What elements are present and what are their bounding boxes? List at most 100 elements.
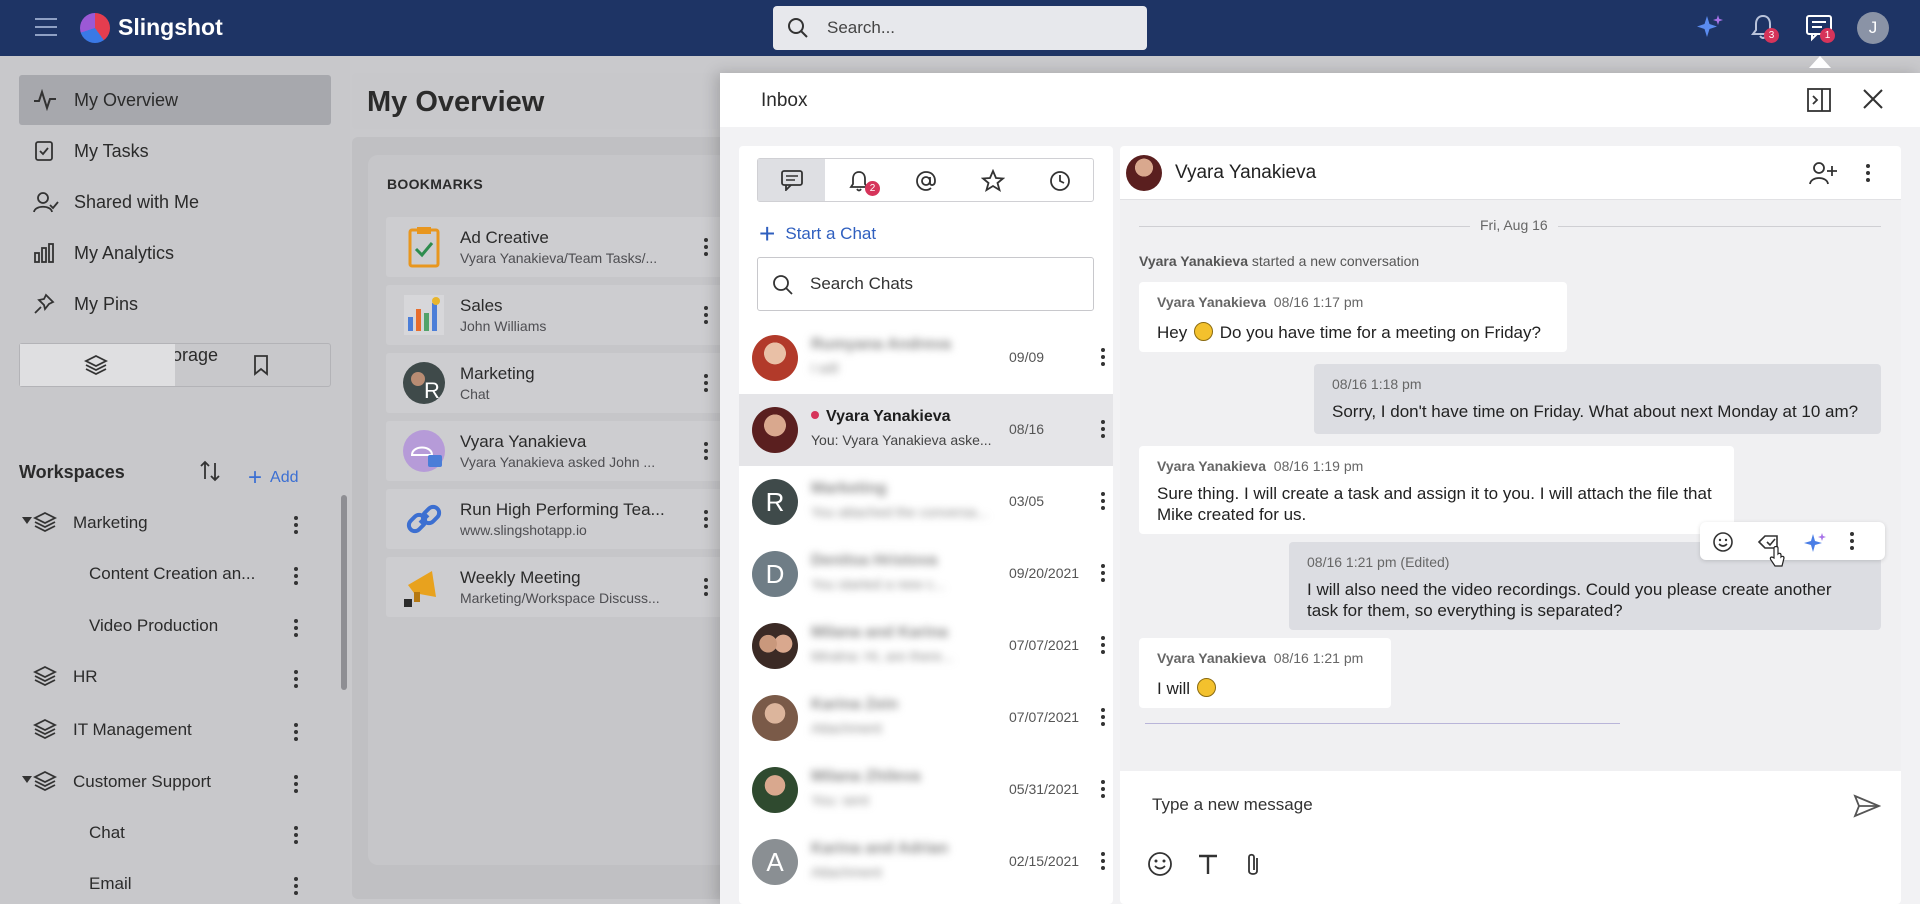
tab-notifications[interactable]: 2 (825, 159, 892, 201)
more-options-icon[interactable] (704, 306, 708, 327)
workspaces-title: Workspaces (19, 462, 125, 482)
global-search[interactable] (773, 6, 1147, 50)
chat-search[interactable] (757, 257, 1094, 311)
workspaces-view-tab[interactable] (20, 344, 175, 386)
chat-list-item[interactable]: Rumyana Andreva I will 09/09 (739, 322, 1113, 394)
bookmark-item[interactable]: Run High Performing Tea... www.slingshot… (386, 489, 726, 549)
message-bubble[interactable]: Vyara Yanakieva 08/16 1:19 pm Sure thing… (1139, 446, 1734, 534)
ai-sparkle-icon[interactable] (1694, 12, 1726, 44)
inbox-popover-caret (1809, 56, 1831, 68)
notifications-bell-icon[interactable]: 3 (1748, 12, 1779, 43)
more-options-icon[interactable] (1101, 564, 1105, 585)
chat-list-panel: 2 +Start a Chat Rumyana Andreva I will 0… (739, 146, 1113, 904)
more-options-icon[interactable] (1101, 492, 1105, 513)
react-emoji-icon[interactable] (1712, 531, 1734, 553)
workspace-marketing[interactable]: Marketing (0, 502, 320, 542)
attachment-paperclip-icon[interactable] (1241, 851, 1265, 879)
more-options-icon[interactable] (294, 723, 298, 744)
workspace-customer-support[interactable]: Customer Support (0, 761, 320, 801)
nav-my-tasks[interactable]: My Tasks (19, 126, 331, 176)
emoji-icon[interactable] (1147, 851, 1173, 877)
sort-icon[interactable] (198, 459, 222, 483)
bookmark-item[interactable]: Vyara Yanakieva Vyara Yanakieva asked Jo… (386, 421, 726, 481)
nav-my-overview[interactable]: My Overview (19, 75, 331, 125)
workspace-video-production[interactable]: Video Production (0, 605, 320, 645)
dock-panel-icon[interactable] (1807, 88, 1831, 112)
more-options-icon[interactable] (294, 567, 298, 588)
bar-chart-icon (34, 243, 54, 263)
workspace-hr[interactable]: HR (0, 656, 320, 696)
message-bubble[interactable]: Vyara Yanakieva 08/16 1:17 pm Hey Do you… (1139, 282, 1567, 352)
group-avatar-icon: R (403, 362, 445, 404)
chat-list-item[interactable]: Vyara Yanakieva You: Vyara Yanakieva ask… (739, 394, 1113, 466)
ai-sparkle-icon[interactable] (1802, 531, 1828, 555)
add-workspace-button[interactable]: + Add (248, 461, 298, 491)
chat-list-item[interactable]: A Karina and Adrian Attachment 02/15/202… (739, 826, 1113, 898)
more-options-icon[interactable] (704, 442, 708, 463)
bookmark-item[interactable]: Weekly Meeting Marketing/Workspace Discu… (386, 557, 726, 617)
message-bubble[interactable]: 08/16 1:18 pm Sorry, I don't have time o… (1314, 364, 1881, 434)
tab-chats[interactable] (758, 159, 825, 201)
conversation-title[interactable]: Vyara Yanakieva (1175, 162, 1316, 184)
bookmark-item[interactable]: R Marketing Chat (386, 353, 726, 413)
add-participant-icon[interactable] (1808, 160, 1838, 186)
pin-icon (34, 293, 55, 314)
send-icon[interactable] (1853, 793, 1881, 819)
bookmark-item[interactable]: Sales John Williams (386, 285, 726, 345)
start-chat-button[interactable]: + Start a Chat (759, 214, 876, 249)
avatar[interactable] (1126, 155, 1162, 191)
chat-search-input[interactable] (810, 272, 1080, 296)
chat-list-item[interactable]: Milana Zhileva You: sent 05/31/2021 (739, 754, 1113, 826)
global-search-input[interactable] (827, 16, 1127, 40)
workspace-content-creation[interactable]: Content Creation an... (0, 553, 320, 593)
more-options-icon[interactable] (1101, 348, 1105, 369)
chat-list-item[interactable]: R Marketing You attached the conversa...… (739, 466, 1113, 538)
more-options-icon[interactable] (294, 877, 298, 898)
more-options-icon[interactable] (1101, 636, 1105, 657)
nav-my-analytics[interactable]: My Analytics (19, 228, 331, 278)
chat-avatar-icon (403, 430, 445, 472)
bookmark-item[interactable]: Ad Creative Vyara Yanakieva/Team Tasks/.… (386, 217, 726, 277)
more-options-icon[interactable] (1101, 852, 1105, 873)
hamburger-menu-icon[interactable] (34, 16, 58, 38)
chat-list-item[interactable]: D Denitsa Hristova You started a new c..… (739, 538, 1113, 610)
more-options-icon[interactable] (704, 578, 708, 599)
workspace-email[interactable]: Email (0, 863, 320, 903)
close-icon[interactable] (1861, 87, 1885, 111)
search-icon (788, 18, 808, 38)
text-format-icon[interactable] (1195, 851, 1221, 877)
avatar (752, 623, 798, 669)
inbox-chat-icon[interactable]: 1 (1804, 12, 1835, 43)
more-options-icon[interactable] (294, 619, 298, 640)
more-options-icon[interactable] (1101, 708, 1105, 729)
layers-icon (33, 511, 57, 533)
workspace-it-management[interactable]: IT Management (0, 709, 320, 749)
more-options-icon[interactable] (294, 775, 298, 796)
message-bubble[interactable]: Vyara Yanakieva 08/16 1:21 pm I will (1139, 638, 1391, 708)
chat-list-item[interactable]: Milana and Karina Miralna: Hi, are there… (739, 610, 1113, 682)
more-options-icon[interactable] (1866, 164, 1870, 185)
sidebar-scrollbar[interactable] (341, 495, 347, 690)
more-options-icon[interactable] (1850, 532, 1854, 553)
more-options-icon[interactable] (294, 826, 298, 847)
tab-history[interactable] (1026, 159, 1093, 201)
more-options-icon[interactable] (294, 670, 298, 691)
message-input[interactable] (1152, 792, 1802, 818)
tab-mentions[interactable] (892, 159, 959, 201)
more-options-icon[interactable] (294, 516, 298, 537)
tree-label: Content Creation an... (89, 564, 256, 583)
chat-list-item[interactable]: Karina Zein Attachment 07/07/2021 (739, 682, 1113, 754)
inbox-tabs: 2 (757, 158, 1094, 202)
workspace-chat[interactable]: Chat (0, 812, 320, 852)
more-options-icon[interactable] (704, 238, 708, 259)
more-options-icon[interactable] (1101, 780, 1105, 801)
nav-shared-with-me[interactable]: Shared with Me (19, 177, 331, 227)
user-avatar[interactable]: J (1857, 12, 1889, 44)
nav-my-pins[interactable]: My Pins (19, 279, 331, 329)
tab-starred[interactable] (959, 159, 1026, 201)
more-options-icon[interactable] (704, 374, 708, 395)
more-options-icon[interactable] (704, 510, 708, 531)
date-label: Fri, Aug 16 (1470, 217, 1558, 233)
slingshot-logo[interactable] (80, 13, 110, 43)
more-options-icon[interactable] (1101, 420, 1105, 441)
